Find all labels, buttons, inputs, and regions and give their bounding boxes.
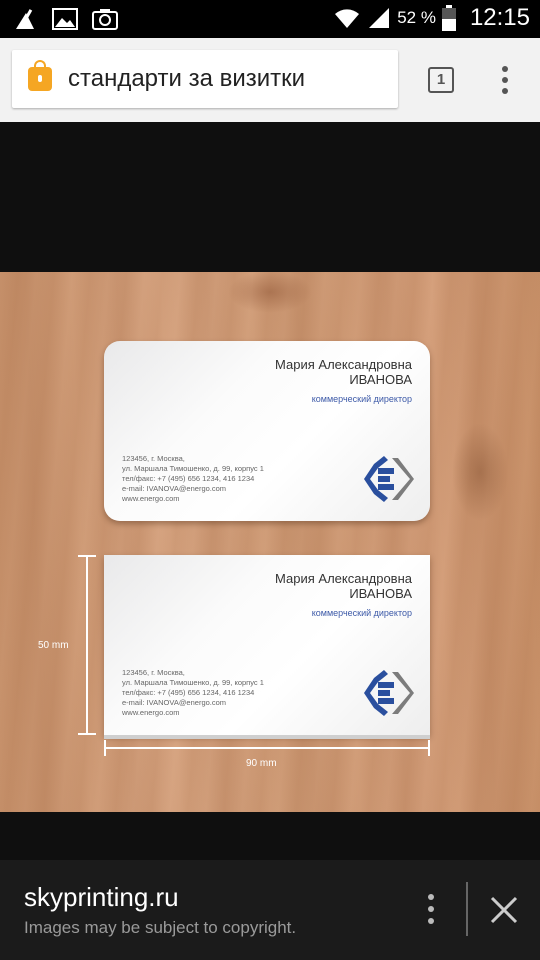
height-dimension-line <box>78 555 96 735</box>
business-card-square: Мария Александровна ИВАНОВА коммерческий… <box>104 555 430 739</box>
address-bar[interactable]: стандарти за визитки <box>12 50 398 108</box>
status-bar: 52 % 12:15 <box>0 0 540 38</box>
tab-switcher-button[interactable]: 1 <box>428 67 454 93</box>
image-info-bar: skyprinting.ru Images may be subject to … <box>0 860 540 960</box>
card-address-line: ул. Маршала Тимошенко, д. 99, корпус 1 <box>122 464 264 473</box>
energo-logo-icon <box>364 456 414 502</box>
wifi-icon <box>335 9 360 28</box>
card-website: www.energo.com <box>122 494 180 503</box>
card-email: e-mail: IVANOVA@energo.com <box>122 484 227 493</box>
sweep-notification-icon <box>16 9 34 29</box>
height-dimension-label: 50 mm <box>38 640 69 651</box>
energo-logo-icon <box>364 670 414 716</box>
clock: 12:15 <box>469 4 530 31</box>
close-icon[interactable] <box>488 894 520 926</box>
card-address-line: 123456, г. Москва, <box>122 668 185 677</box>
image-preview[interactable]: Мария Александровна ИВАНОВА коммерческий… <box>0 272 540 812</box>
card-surname: ИВАНОВА <box>349 586 412 601</box>
card-phone: тел/факс: +7 (495) 656 1234, 416 1234 <box>122 688 255 697</box>
card-website: www.energo.com <box>122 708 180 717</box>
card-position: коммерческий директор <box>311 394 412 404</box>
image-notification-icon <box>52 8 78 30</box>
browser-toolbar: стандарти за визитки 1 <box>0 38 540 122</box>
card-address-line: 123456, г. Москва, <box>122 454 185 463</box>
camera-notification-icon <box>92 9 118 30</box>
card-surname: ИВАНОВА <box>349 372 412 387</box>
search-query[interactable]: стандарти за визитки <box>68 65 305 93</box>
card-phone: тел/факс: +7 (495) 656 1234, 416 1234 <box>122 474 255 483</box>
battery-icon <box>441 5 456 31</box>
card-name: Мария Александровна <box>275 357 412 372</box>
copyright-notice: Images may be subject to copyright. <box>24 918 297 937</box>
card-email: e-mail: IVANOVA@energo.com <box>122 698 227 707</box>
browser-menu-icon[interactable] <box>498 66 512 94</box>
width-dimension-label: 90 mm <box>246 758 277 769</box>
card-position: коммерческий директор <box>311 608 412 618</box>
divider <box>466 882 468 936</box>
source-site-link[interactable]: skyprinting.ru <box>24 882 179 913</box>
width-dimension-line <box>104 740 430 756</box>
card-address-line: ул. Маршала Тимошенко, д. 99, корпус 1 <box>122 678 264 687</box>
signal-icon <box>369 8 390 28</box>
lock-icon <box>28 60 52 91</box>
more-options-icon[interactable] <box>424 894 438 930</box>
battery-percent: 52 % <box>397 8 436 27</box>
card-name: Мария Александровна <box>275 571 412 586</box>
business-card-rounded: Мария Александровна ИВАНОВА коммерческий… <box>104 341 430 521</box>
